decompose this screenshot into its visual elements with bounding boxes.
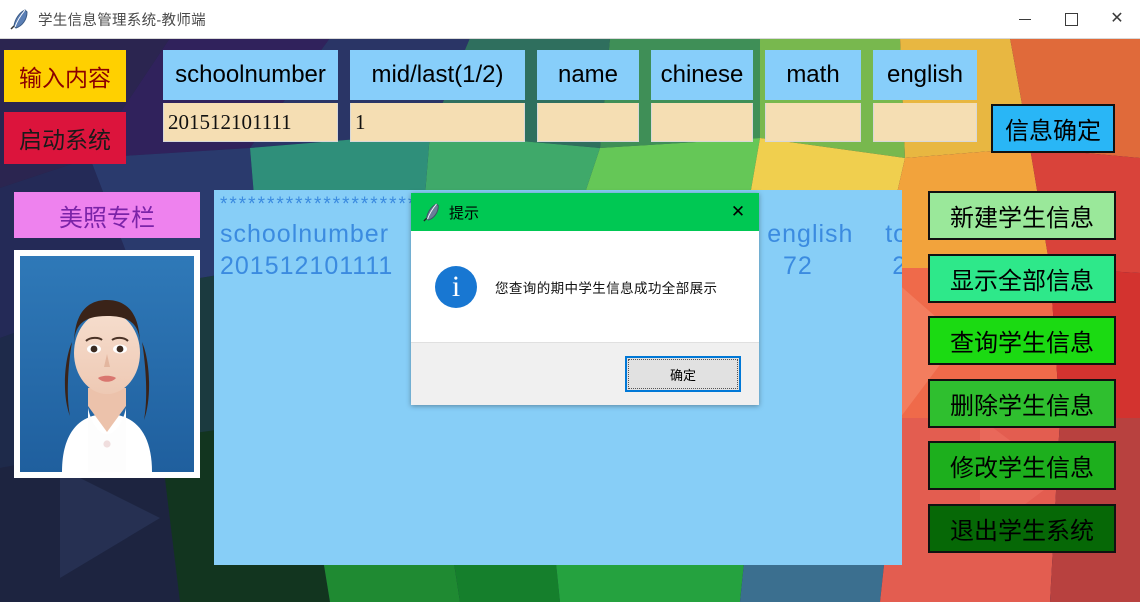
window-title: 学生信息管理系统-教师端 (38, 12, 206, 29)
form-field-english: english (873, 50, 977, 142)
close-icon: ✕ (730, 202, 746, 221)
start-system-button[interactable]: 启动系统 (4, 112, 126, 164)
dialog-ok-button[interactable]: 确定 (625, 356, 741, 392)
field-label: mid/last(1/2) (350, 50, 525, 100)
form-field-chinese: chinese (651, 50, 753, 142)
field-input[interactable] (537, 103, 639, 142)
field-input[interactable]: 1 (350, 103, 525, 142)
action-button-4[interactable]: 修改学生信息 (928, 441, 1116, 490)
student-id-photo (20, 256, 194, 472)
action-button-0[interactable]: 新建学生信息 (928, 191, 1116, 240)
minimize-icon (1019, 18, 1031, 20)
action-button-2[interactable]: 查询学生信息 (928, 316, 1116, 365)
action-button-1[interactable]: 显示全部信息 (928, 254, 1116, 303)
action-button-5[interactable]: 退出学生系统 (928, 504, 1116, 553)
feather-icon (423, 202, 441, 222)
window-titlebar: 学生信息管理系统-教师端 ✕ (0, 0, 1140, 39)
field-input[interactable]: 201512101111 (163, 103, 338, 142)
dialog-close-button[interactable]: ✕ (717, 193, 759, 231)
form-field-mid-last-1-2-: mid/last(1/2) 1 (350, 50, 525, 142)
application-window: 学生信息管理系统-教师端 ✕ 输入内容 启动系统 schoolnumber 201… (0, 0, 1140, 602)
field-label: english (873, 50, 977, 100)
dialog-title: 提示 (449, 204, 480, 222)
action-button-3[interactable]: 删除学生信息 (928, 379, 1116, 428)
dialog-body: i 您查询的期中学生信息成功全部展示 (411, 231, 759, 342)
field-input[interactable] (873, 103, 977, 142)
close-icon: ✕ (1110, 10, 1124, 27)
confirm-info-button[interactable]: 信息确定 (991, 104, 1115, 153)
dialog-message: 您查询的期中学生信息成功全部展示 (495, 280, 718, 296)
form-field-math: math (765, 50, 861, 142)
form-field-schoolnumber: schoolnumber 201512101111 (163, 50, 338, 142)
form-field-name: name (537, 50, 639, 142)
student-photo-frame (14, 250, 200, 478)
maximize-icon (1064, 12, 1078, 26)
field-input[interactable] (651, 103, 753, 142)
maximize-button[interactable] (1048, 1, 1094, 38)
field-label: chinese (651, 50, 753, 100)
minimize-button[interactable] (1002, 1, 1048, 38)
input-content-button[interactable]: 输入内容 (4, 50, 126, 102)
dialog-titlebar: 提示 ✕ (411, 193, 759, 231)
feather-icon (10, 8, 30, 30)
info-icon: i (435, 265, 477, 308)
field-label: math (765, 50, 861, 100)
field-label: name (537, 50, 639, 100)
dialog-footer: 确定 (411, 342, 759, 405)
close-button[interactable]: ✕ (1094, 1, 1140, 38)
field-input[interactable] (765, 103, 861, 142)
photo-column-label: 美照专栏 (14, 192, 200, 238)
field-label: schoolnumber (163, 50, 338, 100)
message-dialog: 提示 ✕ i 您查询的期中学生信息成功全部展示 确定 (411, 193, 759, 405)
